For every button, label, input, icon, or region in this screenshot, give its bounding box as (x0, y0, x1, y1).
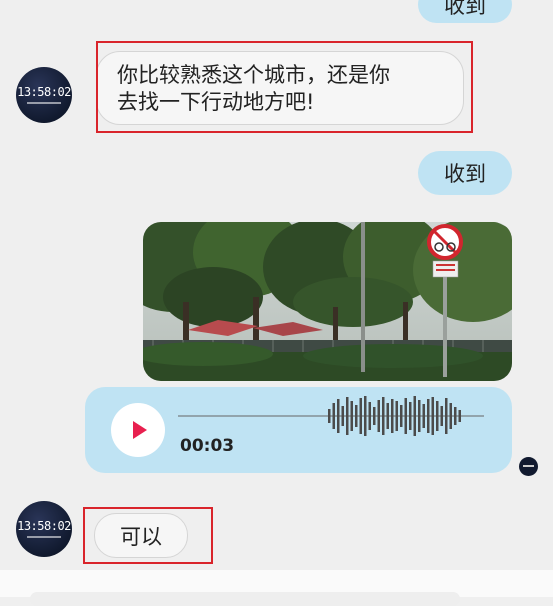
message-input[interactable] (30, 592, 460, 606)
voice-duration: 00:03 (180, 436, 235, 456)
waveform-bar (328, 409, 331, 423)
waveform-bar (359, 398, 362, 434)
play-icon (133, 421, 147, 439)
video-message-thumbnail[interactable] (143, 222, 512, 381)
waveform-bar (337, 399, 340, 433)
waveform-bar (395, 401, 398, 431)
annotation-box-reply (83, 507, 213, 564)
waveform-bar (431, 397, 434, 435)
waveform-bar (350, 401, 353, 431)
video-scene-image (143, 222, 512, 381)
waveform-bar (458, 410, 461, 422)
annotation-box-message (96, 41, 473, 133)
waveform-bar (418, 400, 421, 432)
waveform-bar (440, 406, 443, 426)
avatar-subtext-line (27, 102, 61, 104)
waveform-bar (409, 402, 412, 430)
avatar-subtext-line (27, 536, 61, 538)
waveform-bar (427, 399, 430, 433)
waveform-bar (391, 399, 394, 433)
voice-message-bubble[interactable]: 00:03 (85, 387, 512, 473)
waveform-bar (355, 405, 358, 427)
avatar-clock-text: 13:58:02 (17, 519, 71, 533)
waveform-bar (368, 402, 371, 430)
input-bar (0, 570, 553, 606)
waveform-bar (413, 396, 416, 436)
waveform-bar (346, 397, 349, 435)
message-text: 收到 (444, 0, 486, 18)
waveform-bar (364, 396, 367, 436)
waveform-bar (436, 401, 439, 431)
contact-avatar[interactable]: 13:58:02 (16, 501, 72, 557)
waveform-bar (449, 403, 452, 429)
waveform-bar (386, 403, 389, 429)
waveform-bar (332, 403, 335, 429)
no-bicycle-sign-icon (427, 224, 463, 278)
message-text: 收到 (444, 162, 486, 186)
waveform-bar (373, 407, 376, 425)
waveform-bar (445, 398, 448, 434)
sent-message-bubble[interactable]: 收到 (418, 151, 512, 195)
contact-avatar[interactable]: 13:58:02 (16, 67, 72, 123)
waveform-bar (382, 397, 385, 435)
sent-message-bubble-top[interactable]: 收到 (418, 0, 512, 23)
waveform-bar (422, 404, 425, 428)
waveform-bar (404, 398, 407, 434)
waveform-bar (341, 406, 344, 426)
sender-avatar-small[interactable] (519, 457, 538, 476)
play-button[interactable] (111, 403, 165, 457)
waveform-bar (454, 407, 457, 425)
avatar-detail (523, 465, 534, 467)
waveform-icon (178, 396, 484, 436)
waveform-bar (400, 405, 403, 427)
waveform-bar (377, 400, 380, 432)
avatar-clock-text: 13:58:02 (17, 85, 71, 99)
